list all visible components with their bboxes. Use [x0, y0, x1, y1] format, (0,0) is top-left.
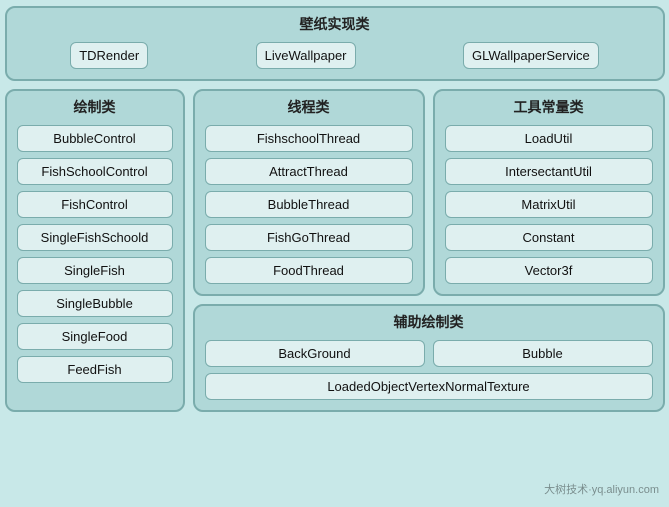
thread-items: FishschoolThread AttractThread BubbleThr…: [205, 125, 413, 284]
right-section: 线程类 FishschoolThread AttractThread Bubbl…: [193, 89, 665, 412]
drawing-item-5[interactable]: SingleBubble: [17, 290, 173, 317]
drawing-section: 绘制类 BubbleControl FishSchoolControl Fish…: [5, 89, 185, 412]
watermark: 大树技术·yq.aliyun.com: [544, 481, 659, 497]
drawing-title: 绘制类: [17, 97, 173, 117]
thread-item-3[interactable]: FishGoThread: [205, 224, 413, 251]
tools-items: LoadUtil IntersectantUtil MatrixUtil Con…: [445, 125, 653, 284]
thread-section: 线程类 FishschoolThread AttractThread Bubbl…: [193, 89, 425, 296]
bottom-section: 绘制类 BubbleControl FishSchoolControl Fish…: [5, 89, 665, 412]
drawing-item-3[interactable]: SingleFishSchoold: [17, 224, 173, 251]
tools-item-0[interactable]: LoadUtil: [445, 125, 653, 152]
drawing-item-4[interactable]: SingleFish: [17, 257, 173, 284]
drawing-item-6[interactable]: SingleFood: [17, 323, 173, 350]
tools-item-1[interactable]: IntersectantUtil: [445, 158, 653, 185]
aux-section: 辅助绘制类 BackGround Bubble LoadedObjectVert…: [193, 304, 665, 412]
tools-title: 工具常量类: [445, 97, 653, 117]
wallpaper-section: 壁纸实现类 TDRender LiveWallpaper GLWallpaper…: [5, 6, 665, 81]
thread-item-0[interactable]: FishschoolThread: [205, 125, 413, 152]
drawing-item-1[interactable]: FishSchoolControl: [17, 158, 173, 185]
drawing-items: BubbleControl FishSchoolControl FishCont…: [17, 125, 173, 383]
thread-item-4[interactable]: FoodThread: [205, 257, 413, 284]
wallpaper-item-0[interactable]: TDRender: [70, 42, 148, 69]
thread-item-2[interactable]: BubbleThread: [205, 191, 413, 218]
aux-item-background[interactable]: BackGround: [205, 340, 425, 367]
aux-item-loaded[interactable]: LoadedObjectVertexNormalTexture: [205, 373, 653, 400]
tools-item-4[interactable]: Vector3f: [445, 257, 653, 284]
tools-section: 工具常量类 LoadUtil IntersectantUtil MatrixUt…: [433, 89, 665, 296]
aux-title: 辅助绘制类: [205, 312, 653, 332]
wallpaper-item-1[interactable]: LiveWallpaper: [256, 42, 356, 69]
aux-row1: BackGround Bubble: [205, 340, 653, 367]
thread-title: 线程类: [205, 97, 413, 117]
main-container: 壁纸实现类 TDRender LiveWallpaper GLWallpaper…: [5, 6, 665, 412]
thread-item-1[interactable]: AttractThread: [205, 158, 413, 185]
drawing-item-7[interactable]: FeedFish: [17, 356, 173, 383]
drawing-item-0[interactable]: BubbleControl: [17, 125, 173, 152]
drawing-item-2[interactable]: FishControl: [17, 191, 173, 218]
tools-item-2[interactable]: MatrixUtil: [445, 191, 653, 218]
wallpaper-items: TDRender LiveWallpaper GLWallpaperServic…: [17, 42, 653, 69]
wallpaper-title: 壁纸实现类: [17, 14, 653, 34]
right-top: 线程类 FishschoolThread AttractThread Bubbl…: [193, 89, 665, 296]
wallpaper-item-2[interactable]: GLWallpaperService: [463, 42, 599, 69]
aux-item-bubble[interactable]: Bubble: [433, 340, 653, 367]
tools-item-3[interactable]: Constant: [445, 224, 653, 251]
